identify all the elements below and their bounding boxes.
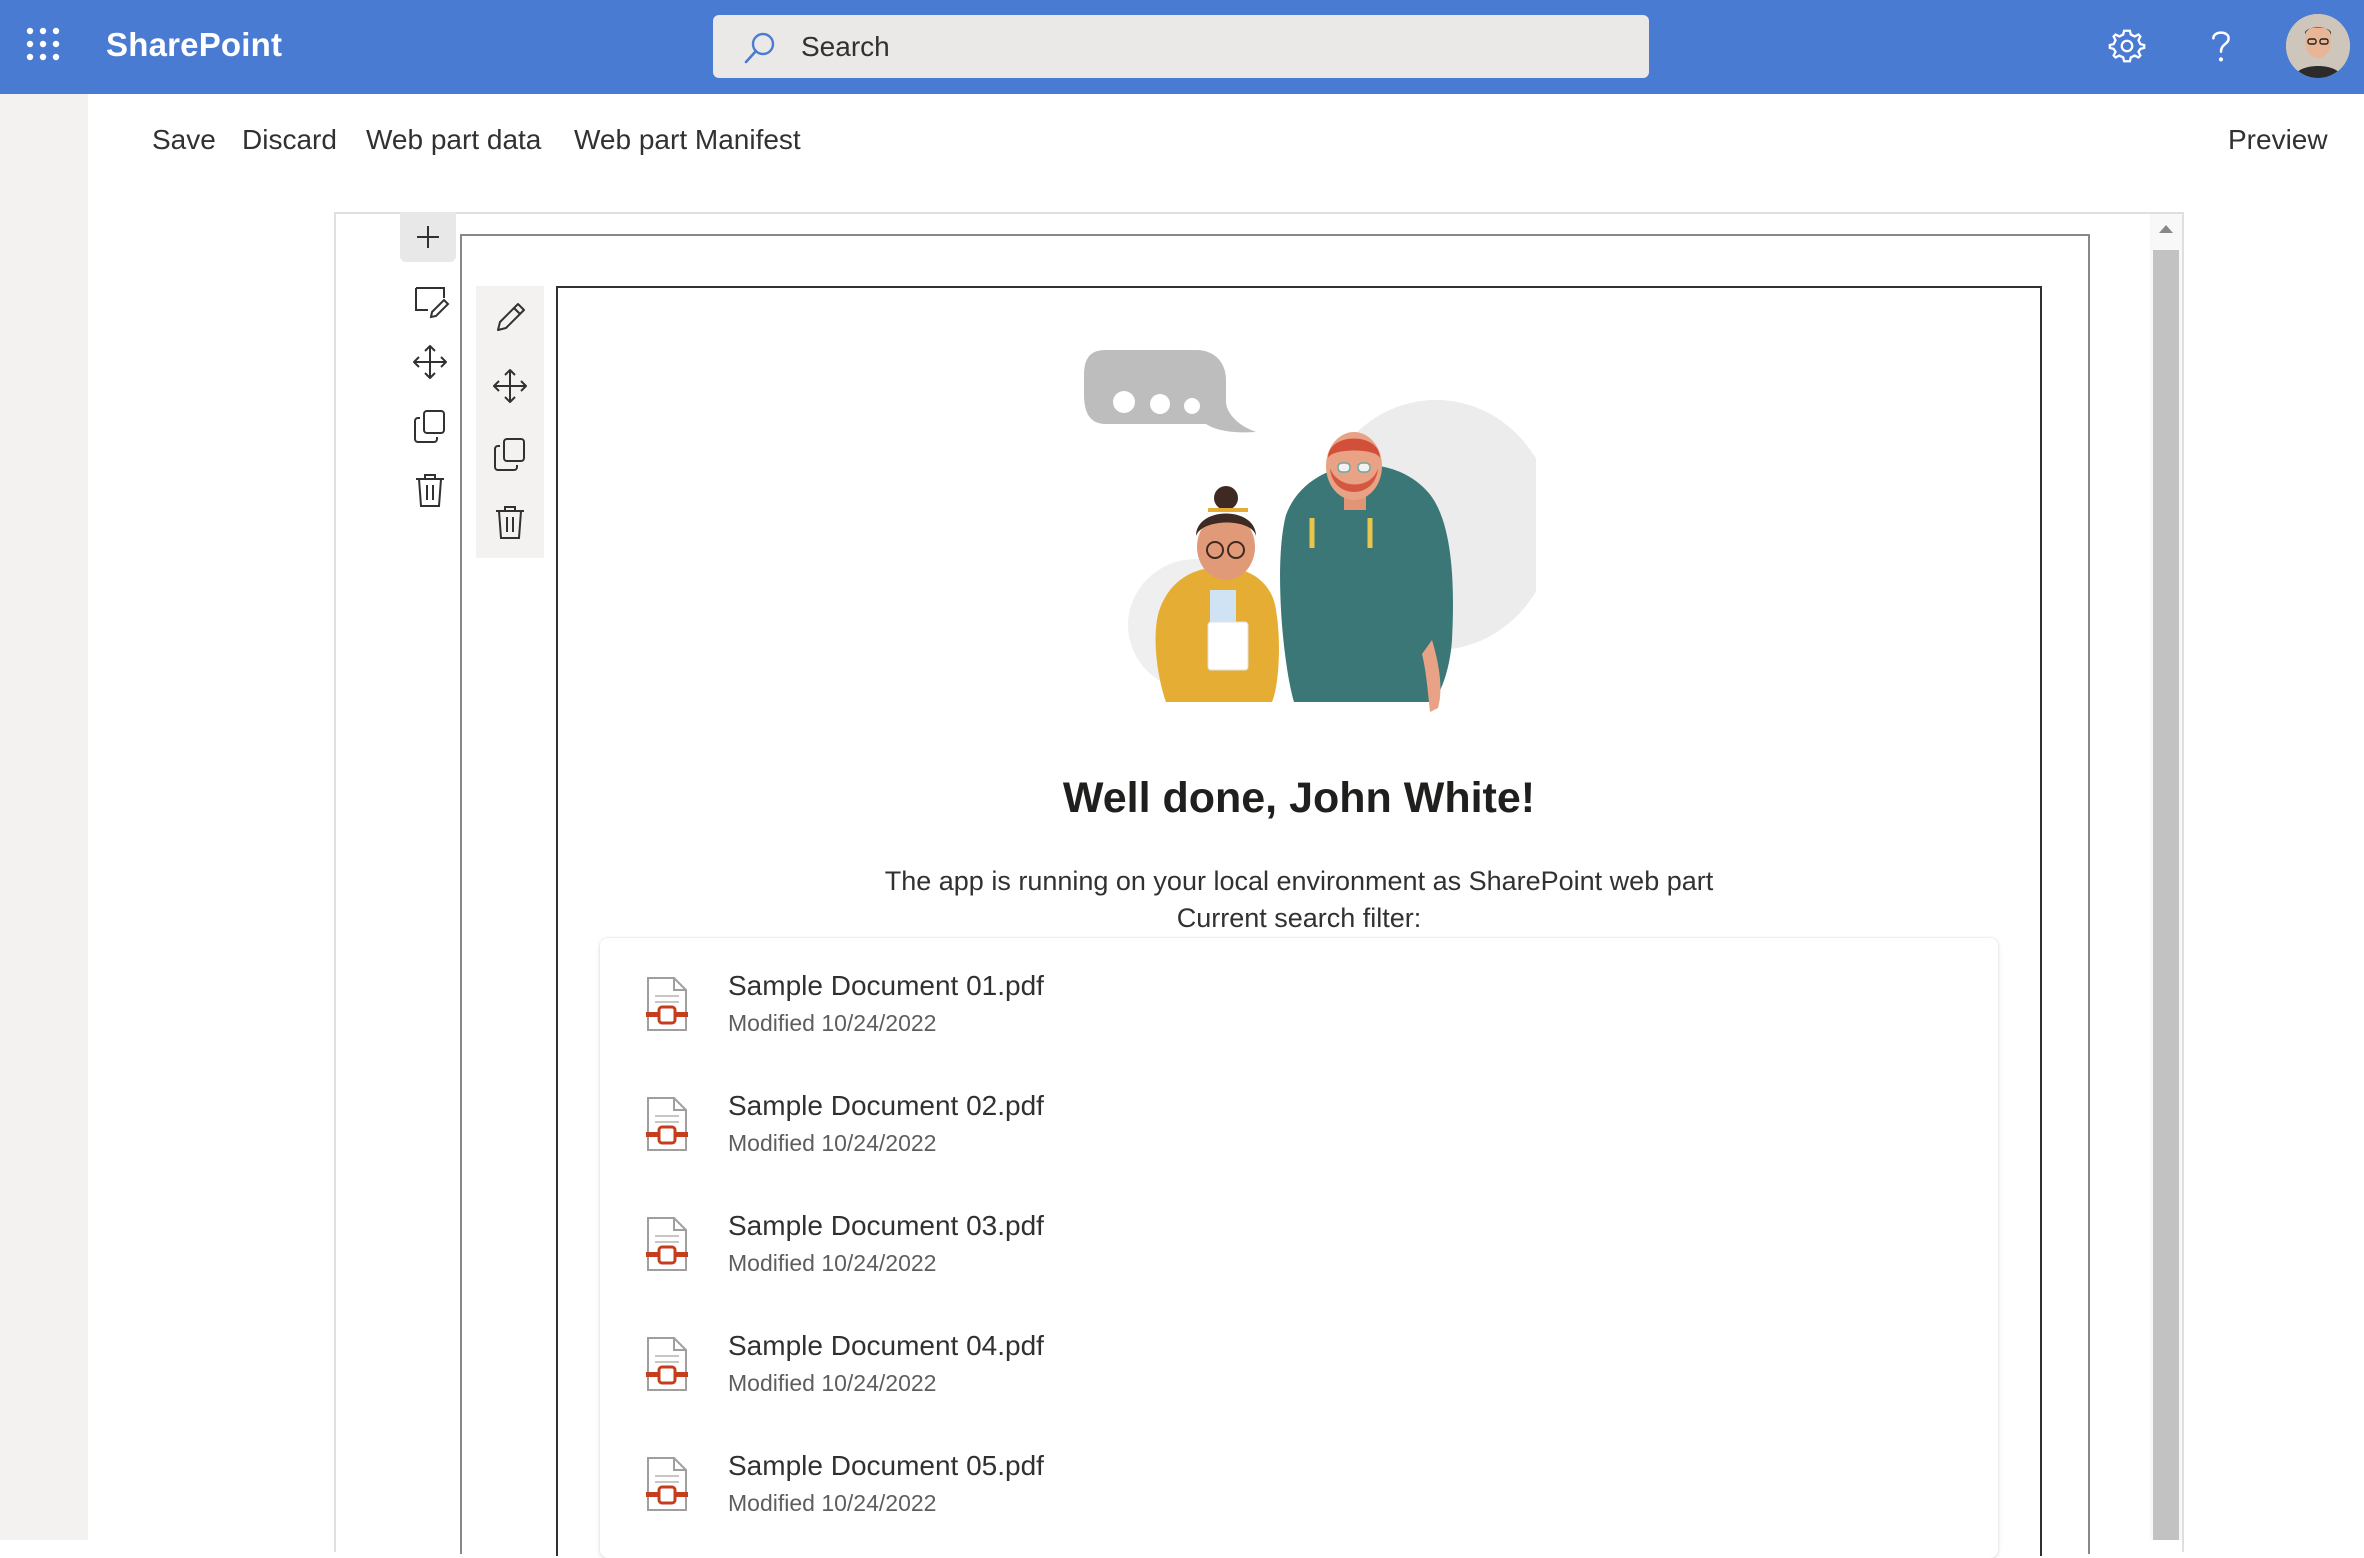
pdf-file-icon — [646, 1097, 688, 1151]
add-section-button[interactable] — [400, 212, 456, 262]
avatar[interactable] — [2286, 14, 2350, 78]
gear-icon[interactable] — [2106, 24, 2148, 68]
duplicate-icon[interactable] — [410, 406, 450, 446]
document-modified: Modified 10/24/2022 — [728, 1490, 937, 1516]
list-item[interactable]: Sample Document 04.pdf Modified 10/24/20… — [600, 1298, 1998, 1408]
document-modified: Modified 10/24/2022 — [728, 1250, 937, 1276]
discard-button[interactable]: Discard — [242, 124, 337, 156]
search-input[interactable]: Search — [801, 31, 890, 63]
web-part-data-button[interactable]: Web part data — [366, 124, 541, 156]
edit-section-icon[interactable] — [410, 280, 450, 320]
preview-button[interactable]: Preview — [2228, 124, 2328, 156]
document-name[interactable]: Sample Document 02.pdf — [728, 1090, 1044, 1122]
scroll-up-arrow-icon[interactable] — [2157, 222, 2175, 236]
save-button[interactable]: Save — [152, 124, 216, 156]
user-photo — [2286, 14, 2350, 78]
document-modified: Modified 10/24/2022 — [728, 1370, 937, 1396]
scrollbar-thumb[interactable] — [2153, 250, 2179, 1540]
trash-icon[interactable] — [410, 470, 450, 510]
waffle-icon[interactable] — [26, 27, 60, 61]
app-name[interactable]: SharePoint — [106, 26, 282, 64]
search-box[interactable]: Search — [713, 15, 1649, 78]
welcome-description: The app is running on your local environ… — [884, 866, 1714, 896]
document-name[interactable]: Sample Document 04.pdf — [728, 1330, 1044, 1362]
document-name[interactable]: Sample Document 01.pdf — [728, 970, 1044, 1002]
pdf-file-icon — [646, 1217, 688, 1271]
document-list: Sample Document 01.pdf Modified 10/24/20… — [600, 938, 1998, 1558]
duplicate-icon[interactable] — [490, 434, 530, 474]
welcome-illustration — [1084, 350, 1536, 712]
pencil-icon[interactable] — [490, 298, 530, 338]
pdf-file-icon — [646, 977, 688, 1031]
list-item[interactable]: Sample Document 05.pdf Modified 10/24/20… — [600, 1418, 1998, 1528]
web-part-manifest-button[interactable]: Web part Manifest — [574, 124, 801, 156]
suite-bar: SharePoint Search — [0, 0, 2364, 94]
document-modified: Modified 10/24/2022 — [728, 1010, 937, 1036]
document-name[interactable]: Sample Document 03.pdf — [728, 1210, 1044, 1242]
list-item[interactable]: Sample Document 01.pdf Modified 10/24/20… — [600, 938, 1998, 1048]
left-rail — [0, 94, 88, 1540]
web-part-toolbar — [476, 286, 544, 558]
move-icon[interactable] — [490, 366, 530, 406]
list-item[interactable]: Sample Document 02.pdf Modified 10/24/20… — [600, 1058, 1998, 1168]
pdf-file-icon — [646, 1337, 688, 1391]
pdf-file-icon — [646, 1457, 688, 1511]
trash-icon[interactable] — [490, 502, 530, 542]
document-modified: Modified 10/24/2022 — [728, 1130, 937, 1156]
list-item[interactable]: Sample Document 03.pdf Modified 10/24/20… — [600, 1178, 1998, 1288]
plus-icon — [417, 226, 439, 248]
command-bar: Save Discard Web part data Web part Mani… — [88, 94, 2364, 180]
search-icon — [744, 32, 775, 64]
move-icon[interactable] — [410, 342, 450, 382]
search-filter-label: Current search filter: — [1176, 903, 1422, 933]
document-name[interactable]: Sample Document 05.pdf — [728, 1450, 1044, 1482]
question-icon[interactable] — [2200, 24, 2242, 68]
welcome-title: Well done, John White! — [1062, 774, 1536, 822]
